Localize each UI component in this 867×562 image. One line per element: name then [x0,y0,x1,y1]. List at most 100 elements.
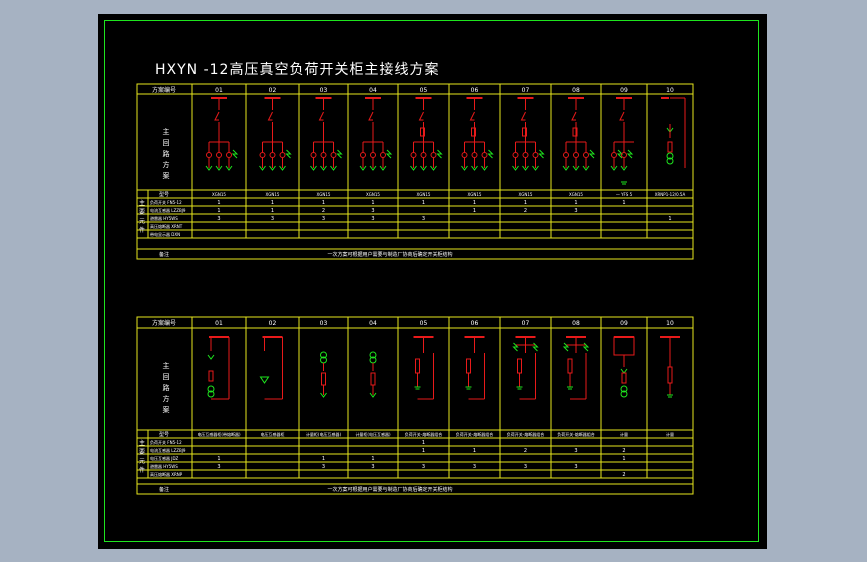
upper-diagram-label: 方 [163,160,170,169]
current-transformer-symbol [320,152,327,158]
lower-component-label: 电流互感器 LZZBJ9 [150,447,186,453]
lower-type-value: 电压互感器柜(带熔断器) [197,431,241,437]
upper-components-label: 元 [139,218,145,225]
lower-type-value: 负荷开关-熔断器组合 [456,431,493,437]
lower-component-label: 高压熔断器 XRNP [150,471,183,477]
lower-scheme-number: 09 [620,320,628,327]
upper-components-label: 要 [139,209,145,216]
upper-scheme-number: 10 [666,87,674,94]
upper-component-value: 1 [668,216,671,222]
lower-components-label: 要 [139,449,145,456]
upper-scheme-number: 05 [420,87,428,94]
current-transformer-symbol [563,152,569,158]
lower-type-value: 负荷开关-熔断器组合 [507,431,544,437]
upper-component-value: 1 [574,200,577,206]
current-transformer-symbol [471,152,478,158]
current-transformer-symbol [216,152,222,158]
upper-scheme-number: 03 [320,87,328,94]
current-transformer-symbol [226,152,232,158]
lower-note-label: 备注 [159,486,169,493]
current-transformer-symbol [269,152,276,158]
upper-diagram-label: 路 [163,149,170,158]
lower-scheme-number: 02 [269,320,277,327]
upper-header-label: 方案编号 [152,86,176,94]
current-transformer-symbol [522,152,529,158]
load-switch-symbol [418,111,424,121]
lower-diagram-label: 主 [163,361,170,370]
lower-type-value: 计量 [666,431,674,437]
upper-component-label: 电流互感器 LZZBJ9 [150,207,186,213]
upper-note-text: 一次方案可根据用户需要与制造厂协商后确定开关柜结构 [327,251,452,258]
fuse-symbol [466,358,471,374]
surge-arrester-symbol [532,342,539,352]
load-switch-symbol [368,111,374,121]
lower-diagram-label: 回 [163,373,170,381]
lower-component-label: 负荷开关 FN5-12 [150,439,182,445]
upper-component-value: 1 [271,200,274,206]
surge-arrester-symbol [562,342,570,352]
lower-diagram-label: 方 [163,394,170,403]
lower-scheme-number: 01 [215,320,223,327]
lower-component-value: 2 [524,448,527,454]
lower-component-value: 3 [371,464,374,470]
current-transformer-symbol [420,152,427,158]
upper-component-value: 3 [574,208,577,214]
upper-scheme-number: 02 [269,87,277,94]
surge-arrester-symbol [436,149,443,159]
upper-type-value: XRNP1-12/0.5A [655,192,686,197]
upper-scheme-number: 01 [215,87,223,94]
load-switch-symbol [318,111,324,121]
lower-component-value: 1 [422,448,425,454]
upper-type-value: XGN15 [468,192,482,197]
upper-component-value: 1 [217,208,220,214]
upper-component-value: 1 [271,208,274,214]
upper-scheme-number: 04 [369,87,377,94]
current-transformer-symbol [461,152,468,158]
upper-component-value: 3 [371,216,374,222]
lower-components-label: 元 [139,458,145,465]
fuse-symbol [667,366,673,384]
lower-component-value: 1 [473,448,476,454]
upper-component-value: 1 [473,208,476,214]
current-transformer-symbol [573,152,579,158]
lower-component-label: 电压互感器 JDZ [150,455,179,461]
lower-component-value: 1 [322,456,325,462]
fuse-symbol [667,141,673,153]
upper-type-value: XGN15 [317,192,331,197]
arrow-symbol [207,354,215,360]
upper-component-value: 1 [371,200,374,206]
upper-scheme-number: 08 [572,87,580,94]
upper-type-label: 型号 [159,191,169,198]
lower-scheme-number: 08 [572,320,580,327]
upper-type-value: 一 YFS 5 [616,192,633,197]
current-transformer-symbol [532,152,539,158]
current-transformer-symbol [206,152,212,158]
lower-component-value: 2 [622,472,625,478]
lower-type-value: 电压互感器柜 [261,431,285,437]
upper-diagram-label: 案 [163,171,170,180]
lower-type-value: 负荷开关-熔断器组合 [557,431,594,437]
surge-arrester-symbol [285,149,292,159]
load-switch-symbol [571,111,577,121]
upper-note-label: 备注 [159,251,169,258]
upper-diagram-label: 回 [163,139,170,147]
upper-component-value: 1 [217,200,220,206]
arrow-symbol [620,368,628,374]
surge-arrester-symbol [231,149,239,159]
upper-component-value: 3 [422,216,425,222]
fuse-symbol [621,372,627,384]
lower-component-value: 1 [217,456,220,462]
upper-type-value: XGN15 [519,192,533,197]
load-switch-symbol [267,111,273,121]
upper-components-label: 主 [139,199,145,207]
current-transformer-symbol [370,152,376,158]
current-transformer-symbol [481,152,488,158]
lower-scheme-number: 04 [369,320,377,327]
upper-type-value: XGN15 [212,192,226,197]
upper-scheme-number: 07 [522,87,530,94]
fuse-symbol [208,370,214,382]
lower-type-value: 计量 [620,431,628,437]
lower-components-label: 主 [139,439,145,447]
current-transformer-symbol [430,152,437,158]
fuse-symbol [321,372,326,386]
